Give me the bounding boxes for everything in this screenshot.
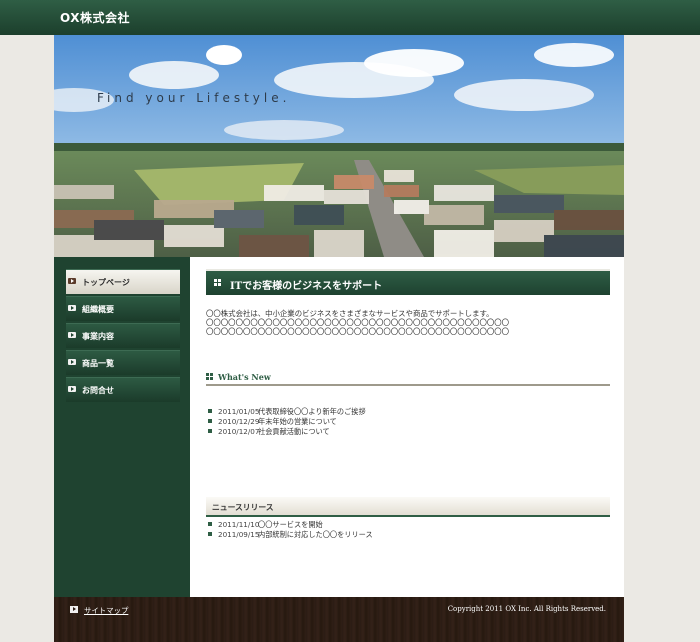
sidebar-item-label: 事業内容 xyxy=(82,332,114,341)
square-bullet-icon xyxy=(208,522,212,526)
release-link[interactable]: 内部統制に対応した〇〇をリリース xyxy=(258,530,373,540)
whats-new-list: 2011/01/05 代表取締役〇〇より新年のご挨拶 2010/12/29 年末… xyxy=(208,407,608,437)
arrow-bullet-icon xyxy=(68,305,76,311)
list-item[interactable]: 2011/11/10 〇〇サービスを開始 xyxy=(208,520,608,530)
news-link[interactable]: 年末年始の営業について xyxy=(258,417,337,427)
list-item[interactable]: 2011/01/05 代表取締役〇〇より新年のご挨拶 xyxy=(208,407,608,417)
hero-tagline: Find your Lifestyle. xyxy=(97,91,291,105)
intro-line: 〇〇〇〇〇〇〇〇〇〇〇〇〇〇〇〇〇〇〇〇〇〇〇〇〇〇〇〇〇〇〇〇〇〇〇〇〇〇〇〇… xyxy=(206,327,510,336)
news-link[interactable]: 代表取締役〇〇より新年のご挨拶 xyxy=(258,407,366,417)
page-title: ITでお客様のビジネスをサポート xyxy=(230,281,383,292)
section-title: ニュースリリース xyxy=(212,503,274,512)
section-title: What's New xyxy=(218,372,271,382)
sidebar-item-label: お問合せ xyxy=(82,386,114,395)
list-item[interactable]: 2011/09/15 内部統制に対応した〇〇をリリース xyxy=(208,530,608,540)
sidebar-item-products[interactable]: 商品一覧 xyxy=(66,350,180,375)
arrow-bullet-icon xyxy=(68,359,76,365)
hero-banner: Find your Lifestyle. xyxy=(54,35,624,257)
page-title-bar: ITでお客様のビジネスをサポート xyxy=(206,269,610,295)
top-header-bar: OX株式会社 xyxy=(0,0,700,35)
sidebar-item-label: トップページ xyxy=(82,278,130,287)
square-bullet-icon xyxy=(208,429,212,433)
sitemap-link[interactable]: サイトマップ xyxy=(84,605,128,616)
square-bullet-icon xyxy=(208,419,212,423)
news-link[interactable]: 社会貢献活動について xyxy=(258,427,330,437)
sidebar: トップページ 組織概要 事業内容 商品一覧 お問合せ xyxy=(54,257,190,597)
sidebar-item-business[interactable]: 事業内容 xyxy=(66,323,180,348)
news-release-list: 2011/11/10 〇〇サービスを開始 2011/09/15 内部統制に対応し… xyxy=(208,520,608,540)
sidebar-menu: トップページ 組織概要 事業内容 商品一覧 お問合せ xyxy=(66,269,180,404)
footer: サイトマップ Copyright 2011 OX Inc. All Rights… xyxy=(54,597,624,642)
release-link[interactable]: 〇〇サービスを開始 xyxy=(258,520,323,530)
grid-icon xyxy=(206,373,214,381)
list-item[interactable]: 2010/12/07 社会貢献活動について xyxy=(208,427,608,437)
copyright-text: Copyright 2011 OX Inc. All Rights Reserv… xyxy=(447,605,606,613)
arrow-bullet-icon xyxy=(68,332,76,338)
main-frame: トップページ 組織概要 事業内容 商品一覧 お問合せ ITでお客様のビジネスをサ… xyxy=(54,257,624,597)
square-bullet-icon xyxy=(208,532,212,536)
intro-line: 〇〇〇〇〇〇〇〇〇〇〇〇〇〇〇〇〇〇〇〇〇〇〇〇〇〇〇〇〇〇〇〇〇〇〇〇〇〇〇〇… xyxy=(206,318,510,327)
news-date: 2011/01/05 xyxy=(218,407,260,416)
arrow-bullet-icon xyxy=(68,386,76,392)
site-logo[interactable]: OX株式会社 xyxy=(60,9,130,26)
release-date: 2011/11/10 xyxy=(218,520,260,529)
whats-new-heading: What's New xyxy=(206,370,610,386)
sidebar-item-label: 組織概要 xyxy=(82,305,114,314)
arrow-bullet-icon xyxy=(70,606,78,613)
sidebar-item-company-overview[interactable]: 組織概要 xyxy=(66,296,180,321)
intro-line: 〇〇株式会社は、中小企業のビジネスをさまざまなサービスや商品でサポートします。 xyxy=(206,309,494,318)
sidebar-item-top-page[interactable]: トップページ xyxy=(66,269,180,294)
news-date: 2010/12/29 xyxy=(218,417,260,426)
grid-icon xyxy=(214,279,222,287)
main-content: ITでお客様のビジネスをサポート 〇〇株式会社は、中小企業のビジネスをさまざまな… xyxy=(190,257,624,597)
sidebar-item-label: 商品一覧 xyxy=(82,359,114,368)
list-item[interactable]: 2010/12/29 年末年始の営業について xyxy=(208,417,608,427)
release-date: 2011/09/15 xyxy=(218,530,260,539)
sidebar-item-contact[interactable]: お問合せ xyxy=(66,377,180,402)
hero-town-photo xyxy=(54,35,624,257)
intro-text: 〇〇株式会社は、中小企業のビジネスをさまざまなサービスや商品でサポートします。 … xyxy=(206,309,606,336)
news-release-heading: ニュースリリース xyxy=(206,497,610,517)
news-date: 2010/12/07 xyxy=(218,427,260,436)
square-bullet-icon xyxy=(208,409,212,413)
arrow-bullet-icon xyxy=(68,278,76,284)
